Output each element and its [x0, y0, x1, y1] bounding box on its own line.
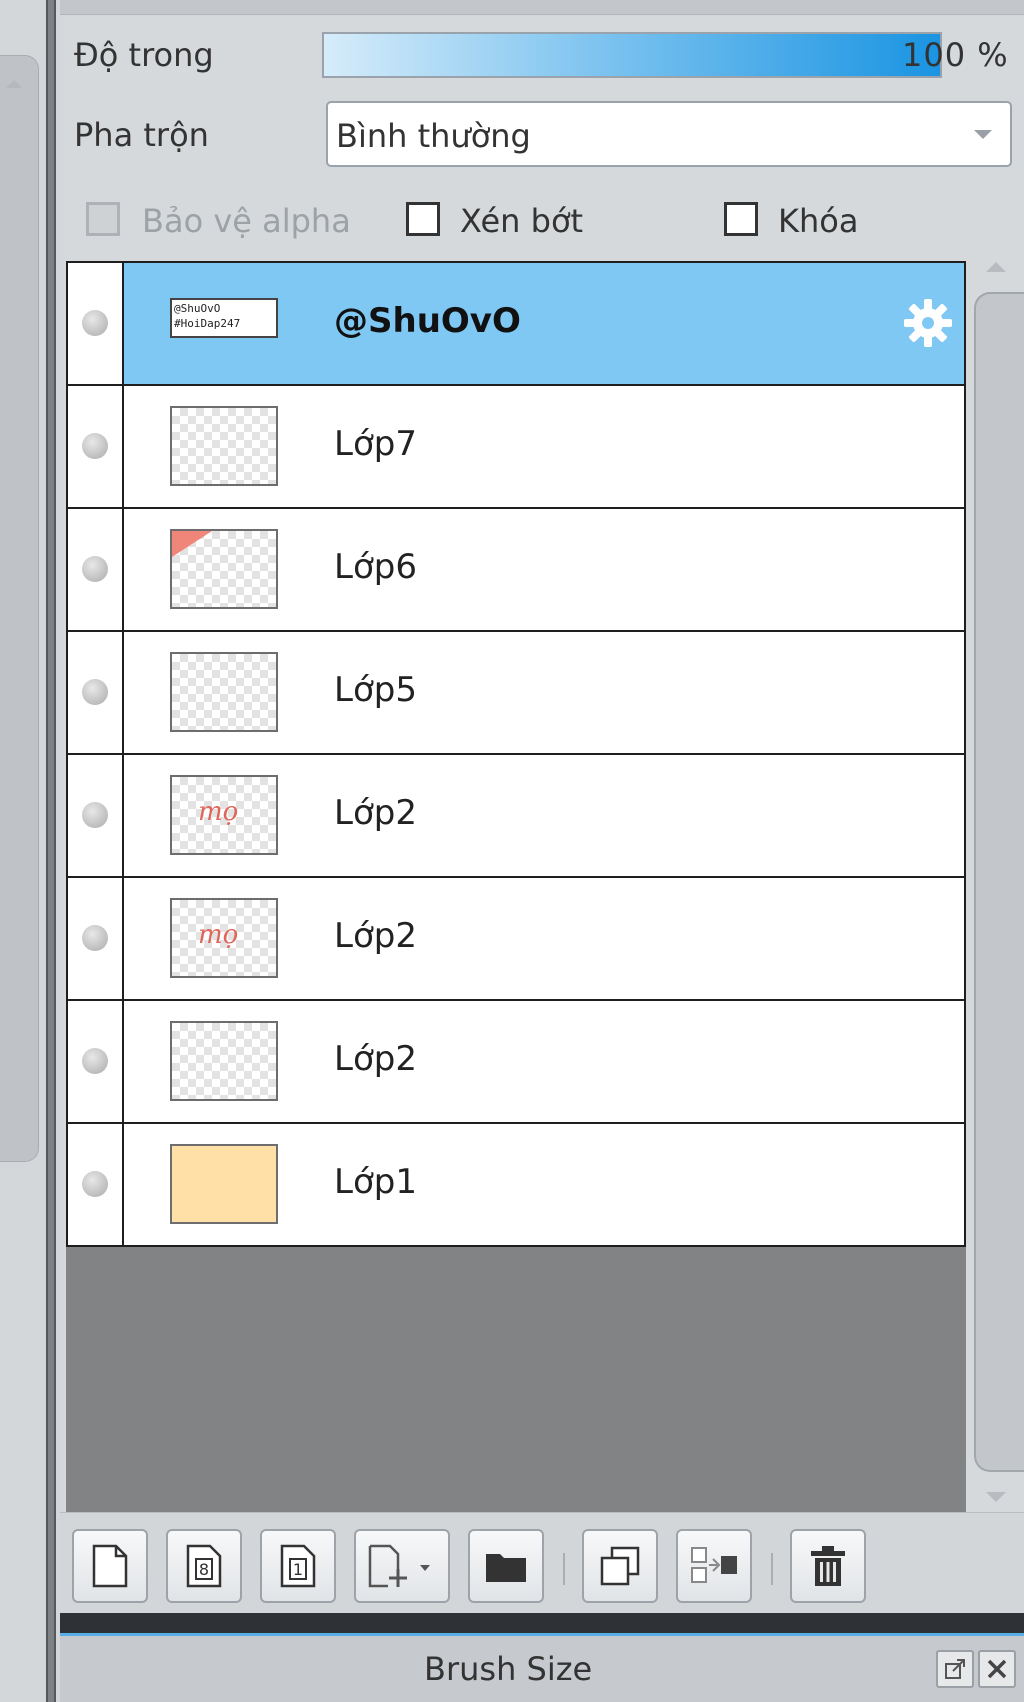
visibility-toggle[interactable] [68, 632, 124, 753]
chevron-down-icon [974, 130, 992, 139]
visibility-dot-icon [82, 556, 108, 582]
close-icon [987, 1659, 1007, 1679]
lock-label: Khóa [778, 202, 859, 240]
layer-thumbnail: mọ [170, 898, 278, 978]
visibility-dot-icon [82, 679, 108, 705]
visibility-dot-icon [82, 925, 108, 951]
close-button[interactable] [978, 1650, 1016, 1688]
layer-row[interactable]: mọ Lớp2 [66, 876, 966, 999]
lock-checkbox[interactable] [724, 202, 758, 236]
layer-thumbnail [170, 529, 278, 609]
svg-text:1: 1 [293, 1560, 303, 1579]
svg-text:8: 8 [199, 1560, 209, 1579]
visibility-toggle[interactable] [68, 878, 124, 999]
visibility-dot-icon [82, 310, 108, 336]
opacity-value: 100 % [902, 36, 1009, 74]
clip-checkbox[interactable] [406, 202, 440, 236]
visibility-toggle[interactable] [68, 1001, 124, 1122]
blend-mode-value: Bình thường [336, 117, 531, 155]
layer-name: @ShuOvO [334, 301, 521, 341]
layer-name: Lớp6 [334, 547, 417, 587]
layer-name: Lớp2 [334, 1039, 417, 1079]
visibility-dot-icon [82, 1048, 108, 1074]
delete-layer-button[interactable] [790, 1529, 866, 1603]
left-scrollbar[interactable] [0, 55, 39, 1162]
visibility-toggle[interactable] [68, 263, 124, 384]
new-1bit-layer-button[interactable]: 1 [260, 1529, 336, 1603]
clip-label: Xén bớt [460, 202, 584, 240]
scroll-down-arrow-icon[interactable] [986, 1492, 1006, 1502]
opacity-slider[interactable] [322, 32, 942, 78]
layer-row[interactable]: @ShuOvO #HoiDap247 @ShuOvO [66, 261, 966, 384]
opacity-label: Độ trong [74, 36, 214, 74]
visibility-toggle[interactable] [68, 755, 124, 876]
panel-title-edge [60, 0, 1024, 15]
brush-size-panel-header: Brush Size [60, 1633, 1024, 1702]
new-folder-button[interactable] [468, 1529, 544, 1603]
panel-separator [60, 1613, 1024, 1633]
layer-row[interactable]: Lớp1 [66, 1122, 966, 1247]
visibility-dot-icon [82, 1171, 108, 1197]
layer-panel: Độ trong 100 % Pha trộn Bình thường Bảo … [60, 0, 1024, 1702]
undock-button[interactable] [936, 1650, 974, 1688]
visibility-dot-icon [82, 802, 108, 828]
layer-name: Lớp2 [334, 793, 417, 833]
layer-list: @ShuOvO #HoiDap247 @ShuOvO Lớp7 Lớp6 Lớp… [66, 261, 966, 1512]
layer-row[interactable]: Lớp7 [66, 384, 966, 507]
scrollbar-thumb[interactable] [974, 292, 1024, 1472]
layer-toolbar: 8 1 [60, 1512, 1024, 1613]
delete-icon [811, 1546, 845, 1586]
layer-thumbnail: mọ [170, 775, 278, 855]
folder-icon [486, 1554, 526, 1582]
new-layer-icon [92, 1544, 128, 1588]
new-8bit-layer-icon: 8 [186, 1544, 222, 1588]
layer-thumbnail [170, 1144, 278, 1224]
visibility-dot-icon [82, 433, 108, 459]
gear-icon[interactable] [900, 295, 956, 351]
layer-thumbnail [170, 406, 278, 486]
merge-down-button[interactable] [676, 1529, 752, 1603]
blend-mode-label: Pha trộn [74, 116, 209, 154]
visibility-toggle[interactable] [68, 509, 124, 630]
layer-name: Lớp2 [334, 916, 417, 956]
new-8bit-layer-button[interactable]: 8 [166, 1529, 242, 1603]
layer-thumbnail: @ShuOvO #HoiDap247 [170, 298, 278, 338]
visibility-toggle[interactable] [68, 386, 124, 507]
protect-alpha-label: Bảo vệ alpha [142, 202, 351, 240]
add-layer-menu-button[interactable] [354, 1529, 450, 1603]
layer-row[interactable]: Lớp2 [66, 999, 966, 1122]
opacity-fill [324, 34, 940, 76]
new-1bit-layer-icon: 1 [280, 1544, 316, 1588]
layer-thumbnail [170, 1021, 278, 1101]
layer-name: Lớp1 [334, 1162, 417, 1202]
duplicate-icon [600, 1546, 640, 1586]
layer-list-scrollbar[interactable] [968, 262, 1024, 1512]
undock-icon [945, 1659, 965, 1679]
panel-title: Brush Size [424, 1650, 593, 1688]
protect-alpha-checkbox[interactable] [86, 202, 120, 236]
duplicate-layer-button[interactable] [582, 1529, 658, 1603]
layer-name: Lớp5 [334, 670, 417, 710]
merge-down-icon [691, 1547, 737, 1583]
new-layer-button[interactable] [72, 1529, 148, 1603]
scroll-up-arrow-icon[interactable] [986, 262, 1006, 272]
scroll-up-arrow-icon[interactable] [6, 80, 22, 88]
toolbar-separator [771, 1553, 773, 1585]
layer-thumbnail [170, 652, 278, 732]
visibility-toggle[interactable] [68, 1124, 124, 1245]
toolbar-separator [563, 1553, 565, 1585]
layer-row[interactable]: Lớp5 [66, 630, 966, 753]
layer-name: Lớp7 [334, 424, 417, 464]
blend-mode-select[interactable]: Bình thường [326, 101, 1012, 167]
add-layer-menu-icon [368, 1544, 430, 1588]
layer-row[interactable]: Lớp6 [66, 507, 966, 630]
panel-splitter[interactable] [46, 0, 56, 1702]
layer-row[interactable]: mọ Lớp2 [66, 753, 966, 876]
